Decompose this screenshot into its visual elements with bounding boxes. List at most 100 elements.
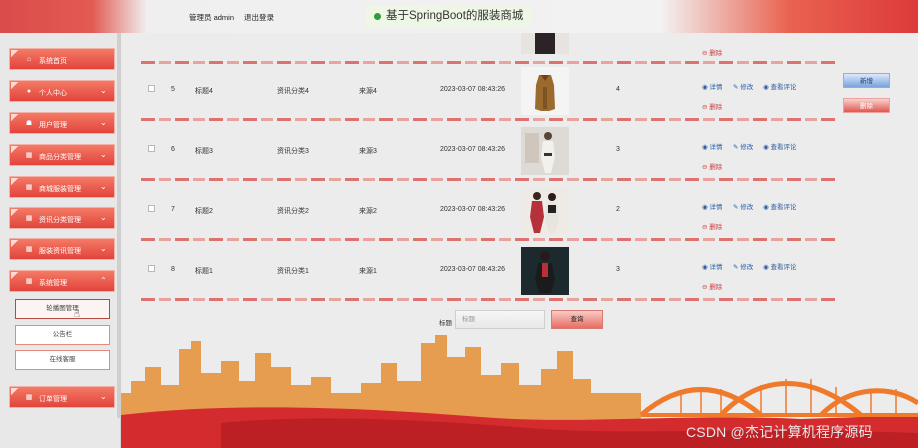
sidebar: ⌂ 系统首页 ● 个人中心 ⌄ ☗ 用户管理 ⌄ ▦ 商品分类管理 ⌄ ▦ 商城… (0, 33, 121, 448)
row-divider (141, 298, 836, 301)
detail-link[interactable]: ◉ 详情 (702, 201, 722, 211)
watermark: CSDN @杰记计算机程序源码 (686, 424, 873, 440)
sidebar-item-news-category[interactable]: ▦ 资讯分类管理 ⌄ (9, 207, 115, 229)
sidebar-item-product-category[interactable]: ▦ 商品分类管理 ⌄ (9, 144, 115, 166)
comments-link[interactable]: ◉ 查看评论 (763, 141, 796, 151)
users-icon: ☗ (25, 120, 33, 127)
row-checkbox[interactable] (148, 265, 155, 272)
detail-link[interactable]: ◉ 详情 (702, 141, 722, 151)
delete-link[interactable]: ⊖ 删除 (702, 47, 722, 57)
batch-delete-button[interactable]: 删除 (843, 98, 890, 113)
comments-link[interactable]: ◉ 查看评论 (763, 201, 796, 211)
sidebar-subitem-carousel[interactable]: 轮播图管理 (15, 299, 110, 319)
row-source: 来源1 (359, 268, 377, 275)
grid-icon: ▦ (25, 184, 33, 191)
sidebar-item-system[interactable]: ▦ 系统管理 ⌃ (9, 270, 115, 292)
row-count: 2 (616, 206, 620, 213)
chevron-down-icon: ⌄ (100, 150, 107, 159)
row-checkbox[interactable] (148, 205, 155, 212)
delete-icon: ⊖ (702, 50, 708, 57)
sidebar-item-home[interactable]: ⌂ 系统首页 (9, 48, 115, 70)
table-row: 6 标题3 资讯分类3 来源3 2023-03-07 08:43:26 3 ◉ … (121, 120, 836, 180)
row-category: 资讯分类4 (277, 88, 309, 95)
chevron-down-icon: ⌄ (100, 182, 107, 191)
row-index: 8 (171, 266, 175, 273)
row-count: 3 (616, 146, 620, 153)
sidebar-item-label: 订单管理 (39, 396, 67, 403)
delete-link[interactable]: ⊖ 删除 (702, 221, 722, 231)
sidebar-item-orders[interactable]: ▦ 订单管理 ⌄ (9, 386, 115, 408)
row-time: 2023-03-07 08:43:26 (440, 266, 505, 273)
main-content: ⊖ 删除 5 标题4 资讯分类4 来源4 2023-03-07 08:43:26… (121, 33, 918, 448)
add-button[interactable]: 新增 (843, 73, 890, 88)
row-checkbox[interactable] (148, 85, 155, 92)
edit-link[interactable]: ✎ 修改 (733, 141, 753, 151)
sidebar-item-news[interactable]: ▦ 服装资讯管理 ⌄ (9, 238, 115, 260)
logout-link[interactable]: 退出登录 (244, 12, 274, 23)
row-category: 资讯分类3 (277, 148, 309, 155)
eye-icon: ◉ (763, 204, 769, 211)
edit-link[interactable]: ✎ 修改 (733, 81, 753, 91)
delete-icon: ⊖ (702, 284, 708, 291)
grid-icon: ▦ (25, 152, 33, 159)
chevron-down-icon: ⌄ (100, 392, 107, 401)
table-row: 8 标题1 资讯分类1 来源1 2023-03-07 08:43:26 3 ◉ … (121, 240, 836, 300)
eye-icon: ◉ (763, 84, 769, 91)
row-time: 2023-03-07 08:43:26 (440, 206, 505, 213)
row-index: 6 (171, 146, 175, 153)
sidebar-item-label: 资讯分类管理 (39, 217, 81, 224)
grid-icon: ▦ (25, 246, 33, 253)
chevron-down-icon: ⌄ (100, 118, 107, 127)
sidebar-item-users[interactable]: ☗ 用户管理 ⌄ (9, 112, 115, 134)
delete-link[interactable]: ⊖ 删除 (702, 101, 722, 111)
sidebar-item-label: 个人中心 (39, 90, 67, 97)
current-user: 管理员 admin (189, 13, 235, 22)
sidebar-subitem-support[interactable]: 在线客服 (15, 350, 110, 370)
row-time: 2023-03-07 08:43:26 (440, 146, 505, 153)
product-thumbnail (521, 127, 569, 175)
edit-icon: ✎ (733, 264, 739, 271)
sidebar-item-label: 系统管理 (39, 280, 67, 287)
row-count: 4 (616, 86, 620, 93)
eye-icon: ◉ (702, 264, 708, 271)
detail-link[interactable]: ◉ 详情 (702, 81, 722, 91)
edit-link[interactable]: ✎ 修改 (733, 261, 753, 271)
chevron-down-icon: ⌄ (100, 213, 107, 222)
sidebar-item-profile[interactable]: ● 个人中心 ⌄ (9, 80, 115, 102)
chevron-up-icon: ⌃ (100, 276, 107, 285)
row-time: 2023-03-07 08:43:26 (440, 86, 505, 93)
eye-icon: ◉ (702, 204, 708, 211)
delete-icon: ⊖ (702, 164, 708, 171)
row-checkbox[interactable] (148, 145, 155, 152)
delete-icon: ⊖ (702, 104, 708, 111)
app-title-text: 基于SpringBoot的服装商城 (386, 10, 524, 22)
product-thumbnail (521, 187, 569, 235)
edit-icon: ✎ (733, 204, 739, 211)
table-row: 7 标题2 资讯分类2 来源2 2023-03-07 08:43:26 2 ◉ … (121, 180, 836, 240)
chevron-down-icon: ⌄ (100, 244, 107, 253)
row-source: 来源4 (359, 88, 377, 95)
detail-link[interactable]: ◉ 详情 (702, 261, 722, 271)
home-icon: ⌂ (26, 56, 32, 63)
eye-icon: ◉ (763, 264, 769, 271)
sidebar-item-label: 商城服装管理 (39, 186, 81, 193)
table-row: 5 标题4 资讯分类4 来源4 2023-03-07 08:43:26 4 ◉ … (121, 60, 836, 120)
delete-link[interactable]: ⊖ 删除 (702, 281, 722, 291)
sidebar-item-label: 用户管理 (39, 122, 67, 129)
top-bar: 管理员 admin 退出登录 基于SpringBoot的服装商城 (0, 0, 918, 33)
sidebar-subitem-notice[interactable]: 公告栏 (15, 325, 110, 345)
sidebar-item-label: 商品分类管理 (39, 154, 81, 161)
grid-icon: ▦ (25, 394, 33, 401)
row-count: 3 (616, 266, 620, 273)
grid-icon: ▦ (25, 215, 33, 222)
delete-link[interactable]: ⊖ 删除 (702, 161, 722, 171)
sidebar-item-clothing[interactable]: ▦ 商城服装管理 ⌄ (9, 176, 115, 198)
edit-icon: ✎ (733, 84, 739, 91)
comments-link[interactable]: ◉ 查看评论 (763, 81, 796, 91)
user-icon: ● (26, 88, 32, 95)
row-category: 资讯分类1 (277, 268, 309, 275)
comments-link[interactable]: ◉ 查看评论 (763, 261, 796, 271)
delete-icon: ⊖ (702, 224, 708, 231)
edit-link[interactable]: ✎ 修改 (733, 201, 753, 211)
sidebar-item-label: 系统首页 (39, 58, 67, 65)
